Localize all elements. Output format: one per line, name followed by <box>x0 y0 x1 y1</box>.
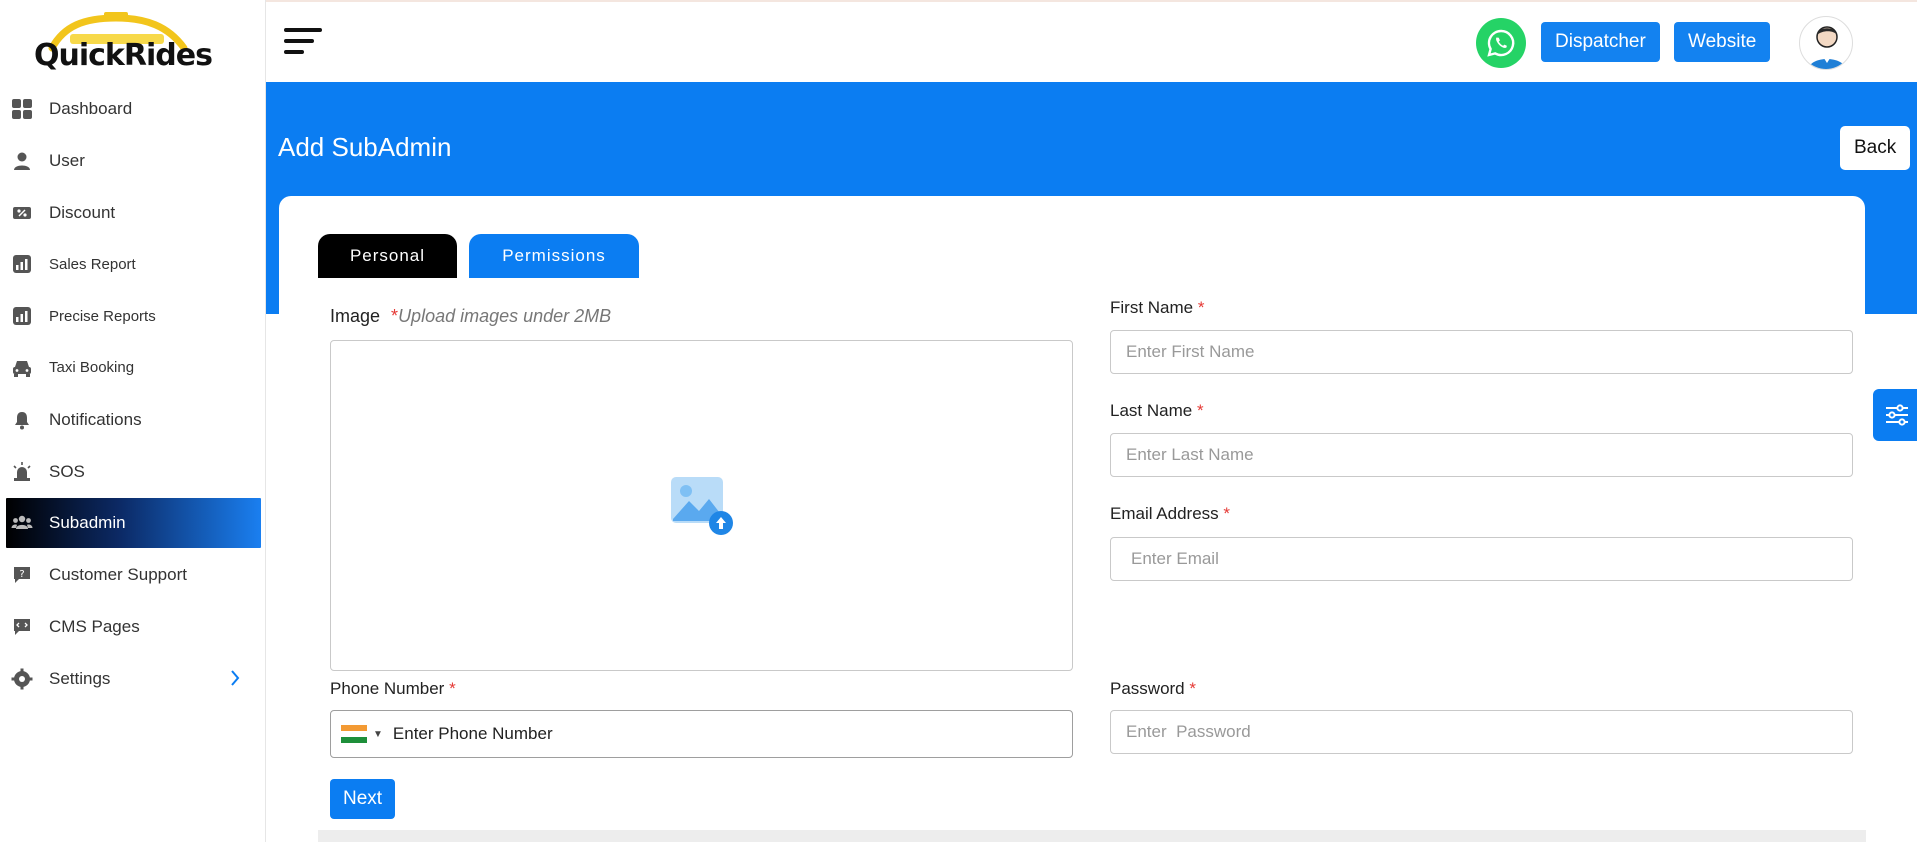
sidebar-item-sales-report[interactable]: Sales Report <box>6 239 261 289</box>
user-icon <box>11 150 33 172</box>
brand-wordmark: QuickRides <box>34 38 213 73</box>
form-card: Personal Permissions Image *Upload image… <box>279 196 1865 832</box>
required-mark: * <box>449 679 456 698</box>
gear-icon <box>11 668 33 690</box>
sidebar-item-label: CMS Pages <box>49 616 140 636</box>
image-upload-dropzone[interactable] <box>330 340 1073 671</box>
alarm-icon <box>11 461 33 483</box>
chart-icon <box>11 305 33 327</box>
required-mark: * <box>391 306 399 326</box>
phone-label-text: Phone Number <box>330 679 445 698</box>
user-avatar-icon <box>1808 26 1846 69</box>
sidebar-item-label: Notifications <box>49 409 142 429</box>
sidebar-item-label: User <box>49 150 85 170</box>
support-icon: ? <box>11 564 33 586</box>
required-mark: * <box>1223 504 1231 523</box>
back-button[interactable]: Back <box>1840 126 1911 170</box>
code-icon <box>11 616 33 638</box>
sidebar-item-notifications[interactable]: Notifications <box>6 395 261 445</box>
sidebar-item-precise-reports[interactable]: Precise Reports <box>6 291 261 341</box>
topbar: Dispatcher Website <box>266 0 1917 82</box>
car-icon <box>11 357 33 379</box>
last-name-label-text: Last Name <box>1110 401 1193 420</box>
sidebar-item-label: Subadmin <box>49 513 126 533</box>
card-footer-shadow <box>318 830 1866 842</box>
sidebar-nav: Dashboard User Discount Sales Report Pre… <box>6 84 261 706</box>
brand-logo[interactable]: QuickRides <box>34 12 213 74</box>
email-input[interactable]: Enter Email <box>1110 537 1853 581</box>
sidebar-item-label: Sales Report <box>49 255 136 273</box>
sidebar-item-label: Precise Reports <box>49 307 156 325</box>
first-name-input[interactable]: Enter First Name <box>1110 330 1853 374</box>
phone-field[interactable]: ▼ Enter Phone Number <box>330 710 1073 758</box>
password-label: Password * <box>1110 679 1196 699</box>
sidebar-item-label: Dashboard <box>49 99 133 118</box>
tab-personal[interactable]: Personal <box>318 234 457 278</box>
sidebar-item-label: Customer Support <box>49 565 187 585</box>
page-title: Add SubAdmin <box>278 132 452 162</box>
image-label-text: Image <box>330 306 381 326</box>
settings-panel-toggle[interactable] <box>1873 389 1917 441</box>
india-flag-icon[interactable] <box>341 725 367 743</box>
email-label: Email Address * <box>1110 504 1230 524</box>
image-upload-icon <box>670 476 733 535</box>
last-name-input[interactable]: Enter Last Name <box>1110 433 1853 477</box>
sidebar-item-label: Taxi Booking <box>49 359 135 377</box>
chart-icon <box>11 253 33 275</box>
sidebar-item-label: Discount <box>49 202 116 222</box>
sidebar-item-sos[interactable]: SOS <box>6 447 261 497</box>
first-name-label: First Name * <box>1110 298 1204 318</box>
email-label-text: Email Address <box>1110 504 1219 523</box>
phone-label: Phone Number * <box>330 679 456 699</box>
chevron-right-icon[interactable] <box>229 669 241 692</box>
sidebar-item-cms-pages[interactable]: CMS Pages <box>6 602 261 652</box>
tab-permissions[interactable]: Permissions <box>469 234 639 278</box>
sidebar-item-customer-support[interactable]: ? Customer Support <box>6 550 261 600</box>
sidebar-item-dashboard[interactable]: Dashboard <box>6 84 261 134</box>
phone-input[interactable]: Enter Phone Number <box>393 724 553 744</box>
chevron-down-icon[interactable]: ▼ <box>373 729 383 740</box>
sidebar-item-label: SOS <box>49 461 85 481</box>
whatsapp-icon[interactable] <box>1476 18 1526 68</box>
dispatcher-button[interactable]: Dispatcher <box>1541 22 1660 62</box>
sidebar-item-taxi-booking[interactable]: Taxi Booking <box>6 343 261 393</box>
password-input[interactable]: Enter Password <box>1110 710 1853 754</box>
sidebar-item-label: Settings <box>49 668 111 688</box>
image-label: Image *Upload images under 2MB <box>330 306 611 327</box>
menu-toggle-icon[interactable] <box>284 28 324 58</box>
image-hint: Upload images under 2MB <box>398 306 612 326</box>
sidebar: QuickRides Dashboard User Discount Sales… <box>0 0 266 842</box>
sidebar-item-settings[interactable]: Settings <box>6 654 261 704</box>
required-mark: * <box>1196 401 1204 420</box>
first-name-label-text: First Name <box>1110 298 1194 317</box>
sidebar-item-subadmin[interactable]: Subadmin <box>6 498 261 549</box>
required-mark: * <box>1189 679 1196 698</box>
svg-text:?: ? <box>19 569 24 580</box>
bell-icon <box>11 409 33 431</box>
sidebar-item-discount[interactable]: Discount <box>6 188 261 238</box>
last-name-label: Last Name * <box>1110 401 1204 421</box>
sliders-icon <box>1886 404 1908 426</box>
discount-icon <box>11 202 33 224</box>
password-label-text: Password <box>1110 679 1185 698</box>
website-button[interactable]: Website <box>1674 22 1771 62</box>
required-mark: * <box>1197 298 1205 317</box>
sidebar-item-user[interactable]: User <box>6 136 261 186</box>
next-button[interactable]: Next <box>330 779 396 819</box>
users-icon <box>11 512 33 534</box>
avatar[interactable] <box>1799 16 1853 70</box>
dashboard-icon <box>11 98 33 120</box>
